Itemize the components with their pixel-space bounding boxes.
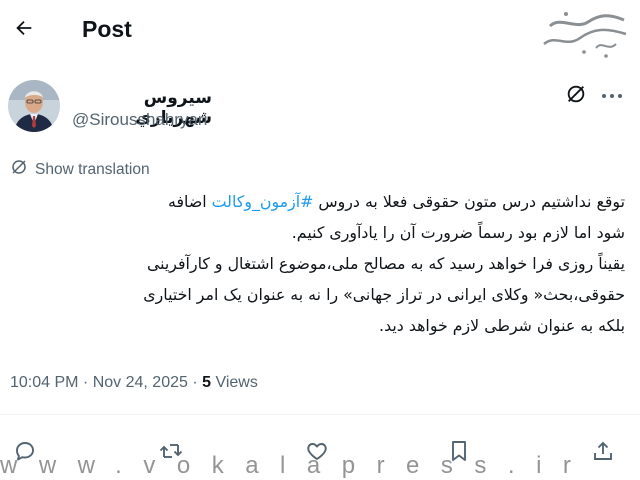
heart-icon [305,439,329,468]
tweet-line-2: شود اما لازم بود رسماً ضرورت آن را یادآو… [291,223,625,242]
views-count: 5 [202,374,212,391]
more-horizontal-icon [601,87,623,105]
tweet-text: توقع نداشتیم درس متون حقوقی فعلا به دروس… [14,186,625,341]
post-time[interactable]: 10:04 PM [10,374,78,391]
tweet-text-segment: اضافه [167,192,212,211]
meta-separator: · [78,374,93,391]
post-date[interactable]: Nov 24, 2025 [93,374,188,391]
arrow-left-icon [13,17,35,44]
bookmark-icon [448,439,470,468]
author-handle[interactable]: @Sirousshahryari [72,110,207,130]
share-icon [591,439,615,468]
vokalapress-logo [536,4,634,60]
tweet-line-3: یقیناً روزی فرا خواهد رسید که به مصالح م… [146,254,625,273]
divider [0,414,640,415]
more-options-button[interactable] [596,82,628,110]
page-title: Post [82,16,132,42]
views-label: Views [211,374,258,391]
grok-icon [565,83,587,110]
globe-translate-icon [10,158,28,181]
bookmark-button[interactable] [442,436,476,470]
top-bar: Post [0,0,640,62]
retweet-icon [158,439,184,468]
reply-icon [13,439,37,468]
retweet-button[interactable] [154,436,188,470]
show-translation-button[interactable]: Show translation [10,158,150,181]
post-meta: 10:04 PM · Nov 24, 2025 · 5 Views [10,374,258,392]
share-button[interactable] [586,436,620,470]
reply-button[interactable] [8,436,42,470]
grok-button[interactable] [562,82,590,110]
tweet-line-1: توقع نداشتیم درس متون حقوقی فعلا به دروس… [14,186,625,217]
show-translation-label: Show translation [35,160,150,178]
hashtag-link[interactable]: #آزمون_وکالت [212,192,314,211]
avatar[interactable] [8,80,60,132]
like-button[interactable] [300,436,334,470]
tweet-text-segment: توقع نداشتیم درس متون حقوقی فعلا به دروس [313,192,625,211]
action-bar [0,434,640,474]
tweet-line-4: حقوقی،بحث« وکلای ایرانی در تراز جهانی» ر… [143,285,625,304]
meta-separator: · [187,374,203,391]
tweet-line-5: بلکه به عنوان شرطی لازم خواهد دید. [379,316,625,335]
back-button[interactable] [8,12,40,48]
